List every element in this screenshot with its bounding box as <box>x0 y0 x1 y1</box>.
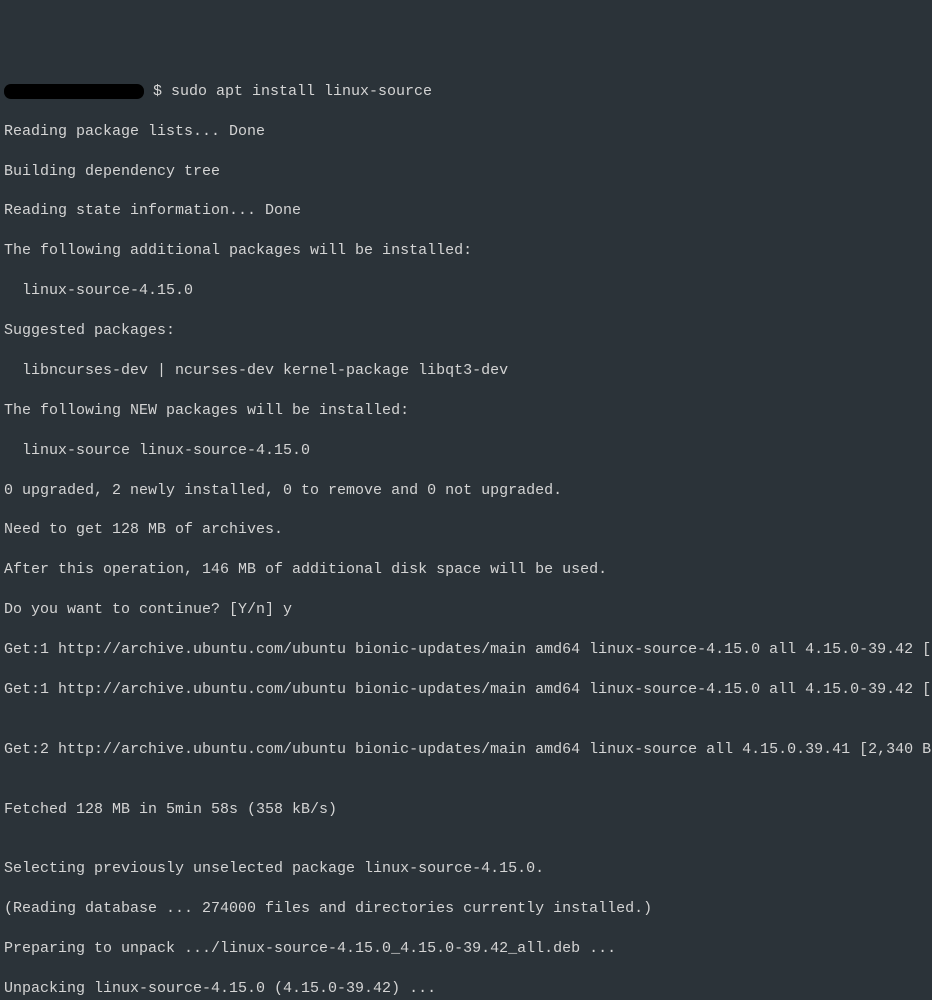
output-line: Get:1 http://archive.ubuntu.com/ubuntu b… <box>4 680 928 700</box>
output-line: linux-source linux-source-4.15.0 <box>4 441 928 461</box>
output-line: libncurses-dev | ncurses-dev kernel-pack… <box>4 361 928 381</box>
command-text: sudo apt install linux-source <box>171 82 432 102</box>
output-line: After this operation, 146 MB of addition… <box>4 560 928 580</box>
output-line: Unpacking linux-source-4.15.0 (4.15.0-39… <box>4 979 928 999</box>
output-line: Fetched 128 MB in 5min 58s (358 kB/s) <box>4 800 928 820</box>
output-line: Reading package lists... Done <box>4 122 928 142</box>
output-line: The following NEW packages will be insta… <box>4 401 928 421</box>
prompt-symbol: $ <box>144 82 171 102</box>
output-line: 0 upgraded, 2 newly installed, 0 to remo… <box>4 481 928 501</box>
prompt-line: $ sudo apt install linux-source <box>4 82 928 102</box>
output-line: Get:2 http://archive.ubuntu.com/ubuntu b… <box>4 740 928 760</box>
output-line: The following additional packages will b… <box>4 241 928 261</box>
output-line: Get:1 http://archive.ubuntu.com/ubuntu b… <box>4 640 928 660</box>
output-line: Selecting previously unselected package … <box>4 859 928 879</box>
output-line: Do you want to continue? [Y/n] y <box>4 600 928 620</box>
output-line: Reading state information... Done <box>4 201 928 221</box>
output-line: Preparing to unpack .../linux-source-4.1… <box>4 939 928 959</box>
output-line: Building dependency tree <box>4 162 928 182</box>
redacted-hostname <box>4 84 144 99</box>
output-line: Need to get 128 MB of archives. <box>4 520 928 540</box>
output-line: linux-source-4.15.0 <box>4 281 928 301</box>
output-line: Suggested packages: <box>4 321 928 341</box>
output-line: (Reading database ... 274000 files and d… <box>4 899 928 919</box>
